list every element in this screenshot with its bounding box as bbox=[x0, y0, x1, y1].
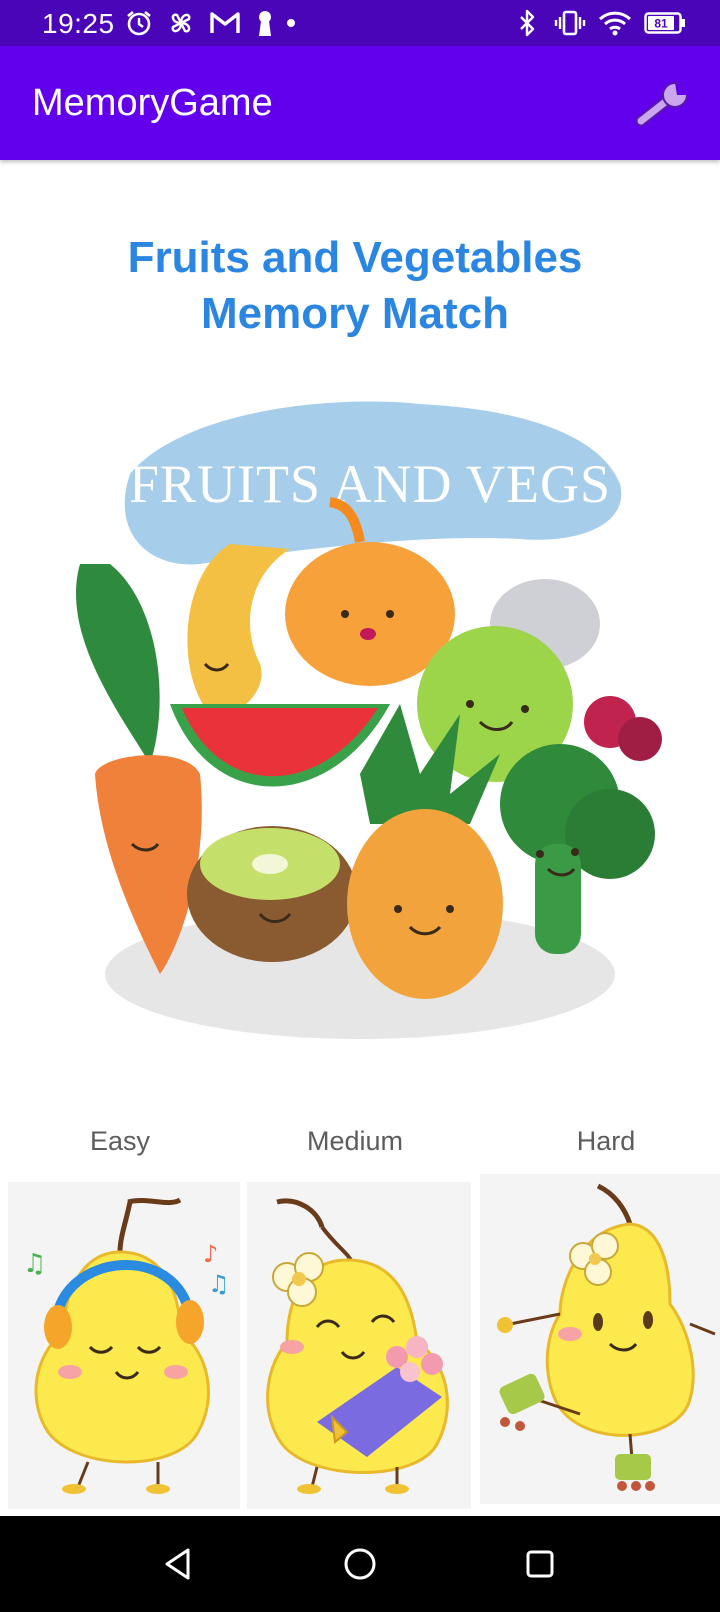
keyhole-icon bbox=[256, 8, 274, 38]
easy-button[interactable]: ♫ ♪ ♫ bbox=[8, 1182, 240, 1509]
hard-label: Hard bbox=[576, 1126, 636, 1156]
easy-label: Easy bbox=[89, 1126, 151, 1156]
battery-level: 81 bbox=[654, 17, 668, 31]
status-time: 19:25 bbox=[42, 8, 115, 39]
medium-button[interactable] bbox=[247, 1182, 471, 1509]
hard-button[interactable] bbox=[480, 1174, 720, 1504]
pear-flower-image bbox=[266, 1198, 449, 1494]
medium-label: Medium bbox=[306, 1126, 404, 1156]
svg-text:♪: ♪ bbox=[203, 1240, 218, 1268]
game-title: Fruits and Vegetables Memory Match bbox=[0, 230, 710, 342]
navigation-bar bbox=[0, 1516, 720, 1612]
back-button[interactable] bbox=[158, 1544, 198, 1584]
game-title-line2: Memory Match bbox=[200, 289, 510, 338]
pear-skating-image bbox=[497, 1183, 716, 1491]
hero-banner-text: FRUITS AND VEGS bbox=[129, 454, 611, 514]
hero-image: FRUITS AND VEGS bbox=[0, 374, 720, 1074]
home-icon bbox=[344, 1548, 376, 1580]
gmail-icon bbox=[208, 8, 242, 38]
settings-button[interactable] bbox=[634, 74, 694, 134]
vibrate-icon bbox=[554, 8, 586, 38]
alarm-icon bbox=[124, 8, 154, 38]
pinwheel-icon bbox=[166, 8, 196, 38]
recents-button[interactable] bbox=[520, 1544, 560, 1584]
home-button[interactable] bbox=[340, 1544, 380, 1584]
wifi-icon bbox=[598, 8, 632, 38]
back-icon bbox=[165, 1548, 190, 1580]
svg-text:♫: ♫ bbox=[23, 1249, 46, 1279]
svg-text:♫: ♫ bbox=[208, 1270, 230, 1298]
app-title: MemoryGame bbox=[32, 82, 273, 124]
app-bar: MemoryGame bbox=[0, 46, 720, 160]
dot-icon bbox=[286, 8, 296, 38]
pear-headphones-image: ♫ ♪ ♫ bbox=[23, 1197, 230, 1494]
status-bar: 19:25 81 bbox=[0, 0, 720, 46]
recents-icon bbox=[526, 1550, 554, 1578]
bluetooth-icon bbox=[516, 8, 538, 38]
game-title-line1: Fruits and Vegetables bbox=[127, 233, 583, 282]
battery-icon: 81 bbox=[644, 8, 686, 38]
wrench-icon bbox=[635, 82, 691, 127]
